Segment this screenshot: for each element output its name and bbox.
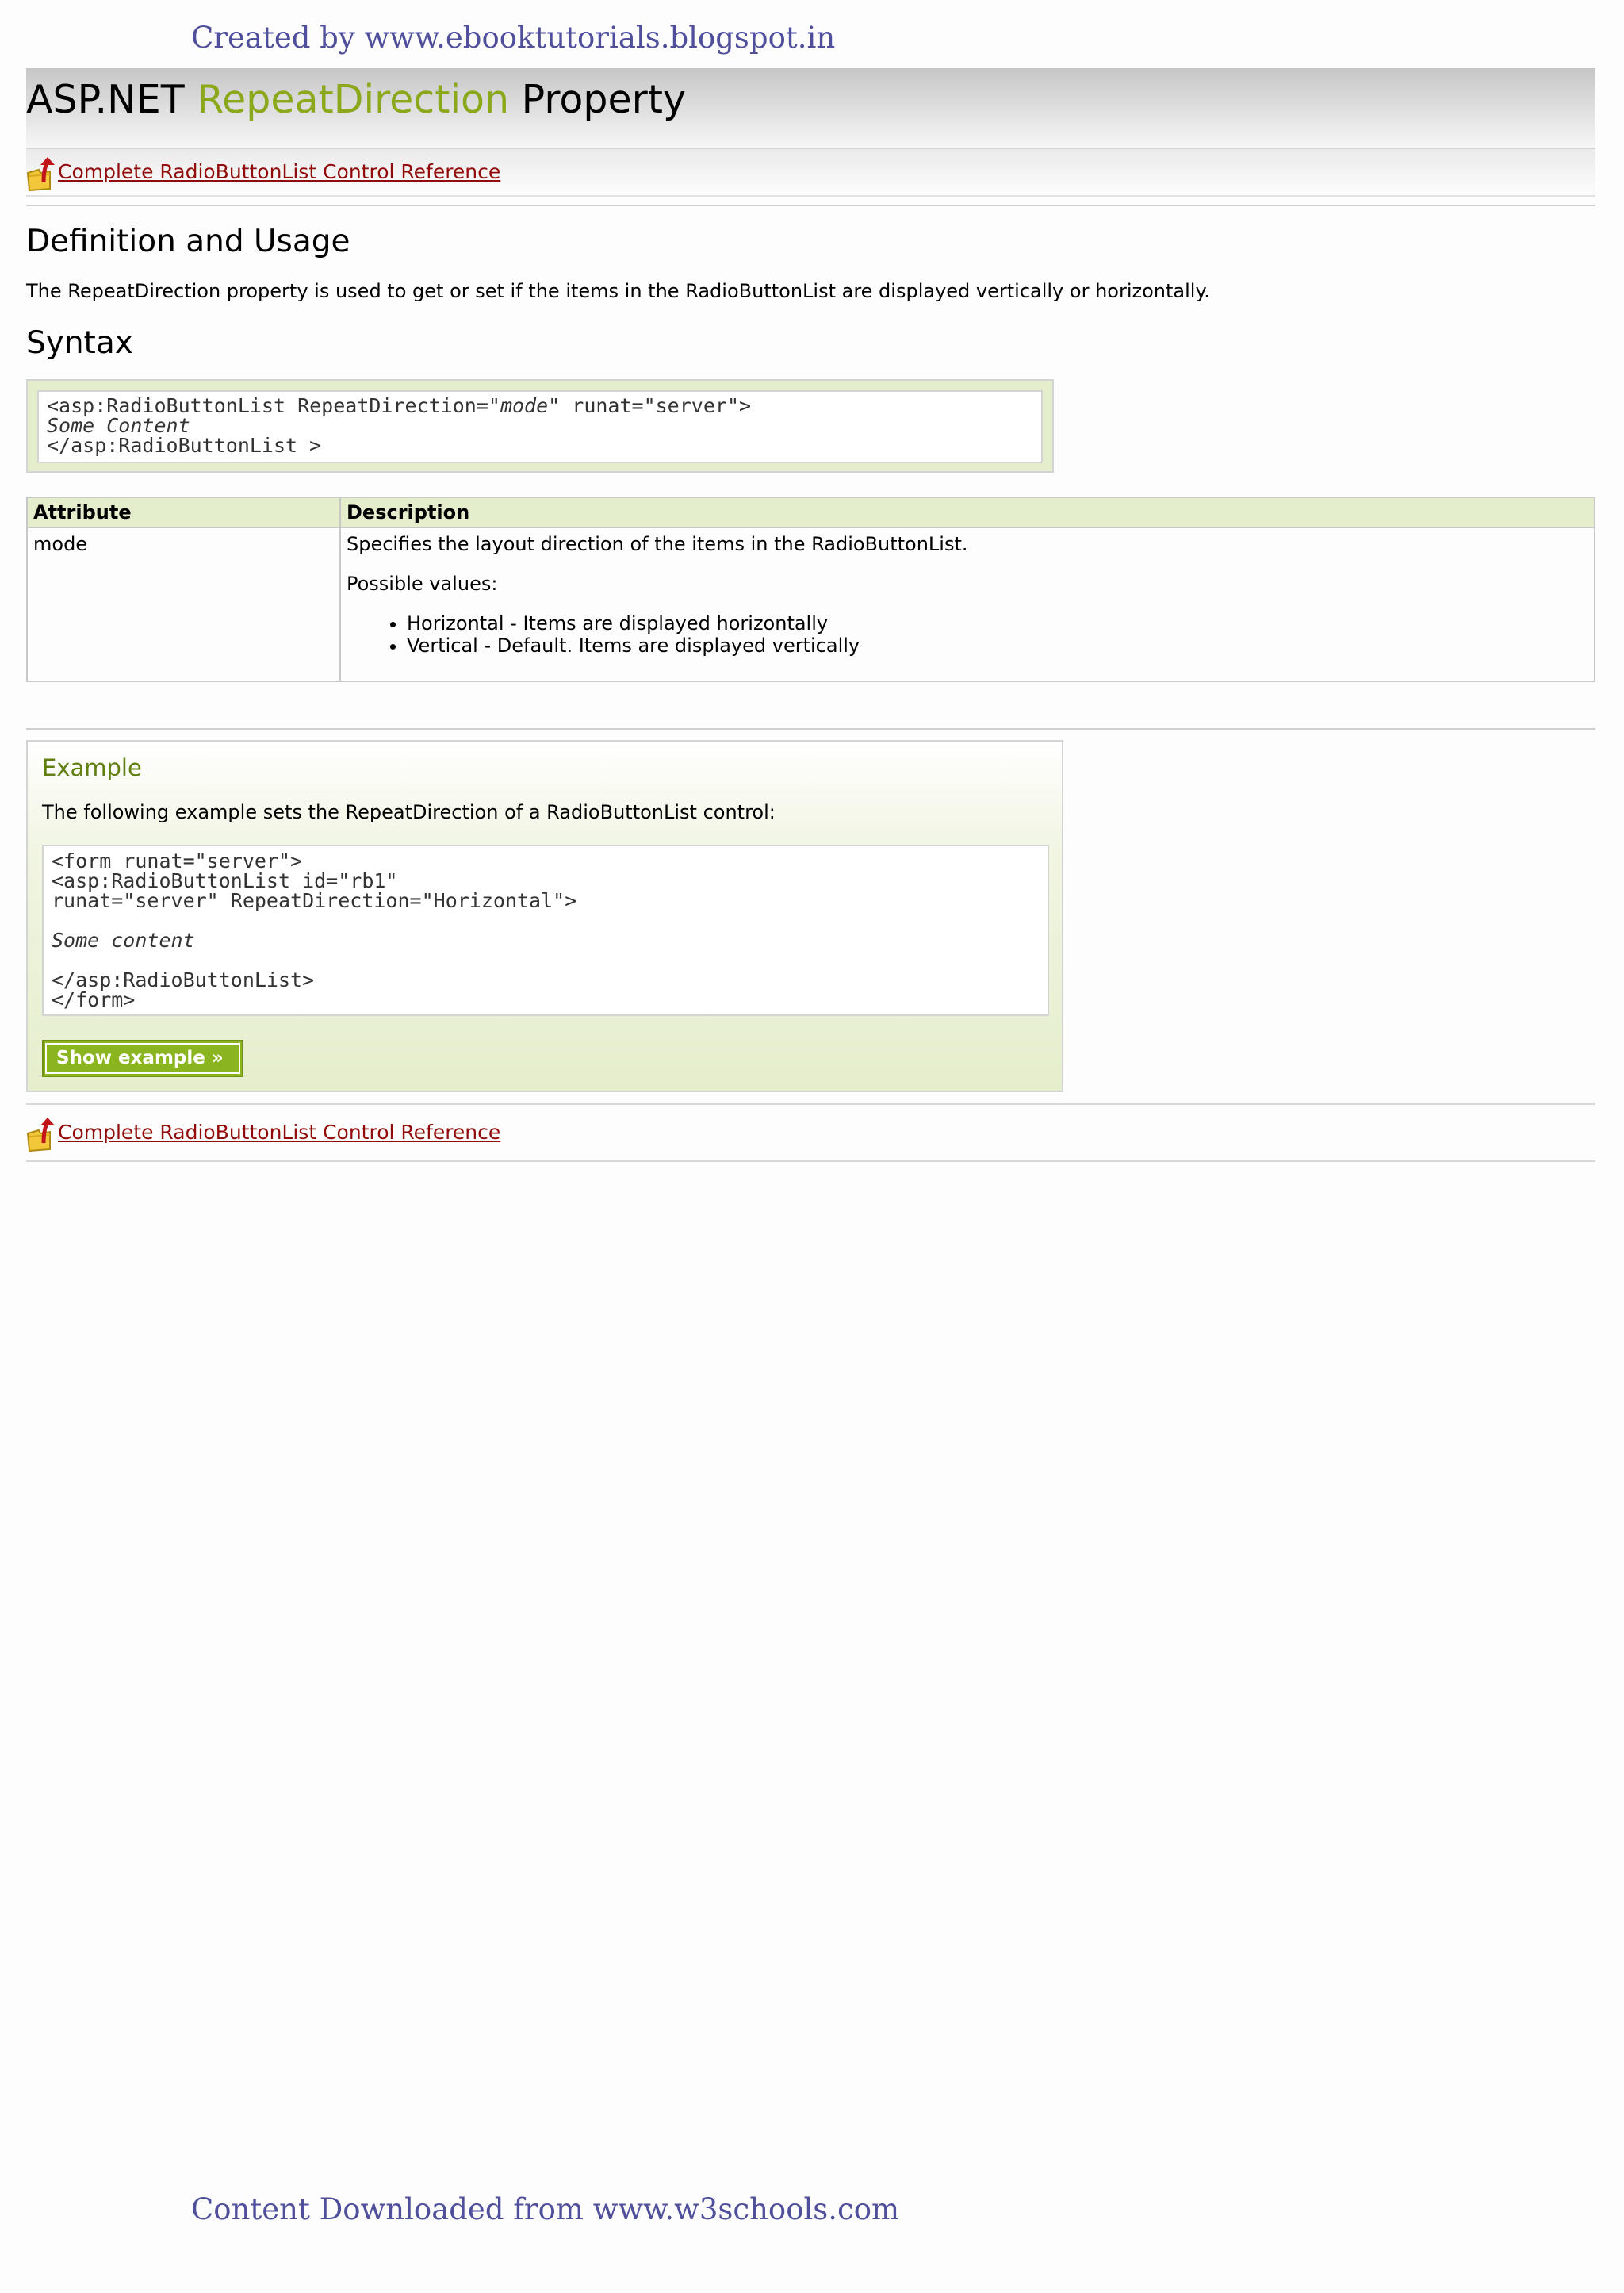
list-item: Vertical - Default. Items are displayed … bbox=[407, 635, 1588, 657]
example-title: Example bbox=[42, 754, 142, 781]
reference-nav-bottom: Complete RadioButtonList Control Referen… bbox=[26, 1103, 1595, 1162]
list-item: Horizontal - Items are displayed horizon… bbox=[407, 612, 1588, 635]
table-header-attribute: Attribute bbox=[26, 497, 341, 528]
code-line: Some content bbox=[52, 929, 195, 952]
syntax-code: <asp:RadioButtonList RepeatDirection="mo… bbox=[37, 390, 1043, 463]
table-header-row: Attribute Description bbox=[26, 497, 1595, 528]
watermark-top: Created by www.ebooktutorials.blogspot.i… bbox=[191, 21, 836, 55]
syntax-box: <asp:RadioButtonList RepeatDirection="mo… bbox=[26, 379, 1054, 473]
title-suffix: Property bbox=[509, 77, 687, 122]
divider bbox=[26, 205, 1595, 206]
example-box: Example The following example sets the R… bbox=[26, 740, 1063, 1092]
folder-up-arrow-icon[interactable] bbox=[26, 155, 58, 192]
show-example-button[interactable]: Show example » bbox=[42, 1040, 243, 1077]
possible-values-label: Possible values: bbox=[347, 573, 498, 595]
syntax-mode: mode bbox=[500, 394, 549, 417]
reference-link-top[interactable]: Complete RadioButtonList Control Referen… bbox=[58, 160, 500, 183]
example-code: <form runat="server"> <asp:RadioButtonLi… bbox=[42, 845, 1049, 1016]
syntax-line3: </asp:RadioButtonList > bbox=[47, 434, 322, 457]
description-text: Specifies the layout direction of the it… bbox=[347, 533, 968, 555]
reference-nav-top: Complete RadioButtonList Control Referen… bbox=[26, 149, 1595, 197]
divider bbox=[26, 728, 1595, 730]
possible-values-list: Horizontal - Items are displayed horizon… bbox=[347, 612, 1588, 657]
attribute-cell: mode bbox=[26, 527, 341, 682]
table-row: mode Specifies the layout direction of t… bbox=[26, 527, 1595, 682]
title-prefix: ASP.NET bbox=[26, 77, 197, 122]
definition-text: The RepeatDirection property is used to … bbox=[26, 280, 1210, 302]
watermark-bottom: Content Downloaded from www.w3schools.co… bbox=[191, 2192, 900, 2226]
page-title: ASP.NET RepeatDirection Property bbox=[26, 77, 686, 122]
code-line: </form> bbox=[52, 988, 136, 1011]
reference-link-bottom[interactable]: Complete RadioButtonList Control Referen… bbox=[58, 1121, 500, 1144]
folder-up-arrow-icon[interactable] bbox=[26, 1116, 58, 1152]
definition-heading: Definition and Usage bbox=[26, 224, 350, 259]
title-bar: ASP.NET RepeatDirection Property bbox=[26, 68, 1595, 149]
table-header-description: Description bbox=[339, 497, 1595, 528]
syntax-line1-b: " runat="server"> bbox=[548, 394, 752, 417]
code-line: runat="server" RepeatDirection="Horizont… bbox=[52, 889, 577, 912]
attribute-table: Attribute Description mode Specifies the… bbox=[26, 497, 1595, 682]
title-accent: RepeatDirection bbox=[197, 77, 510, 122]
description-cell: Specifies the layout direction of the it… bbox=[339, 527, 1595, 682]
example-text: The following example sets the RepeatDir… bbox=[42, 801, 776, 823]
syntax-heading: Syntax bbox=[26, 325, 133, 361]
